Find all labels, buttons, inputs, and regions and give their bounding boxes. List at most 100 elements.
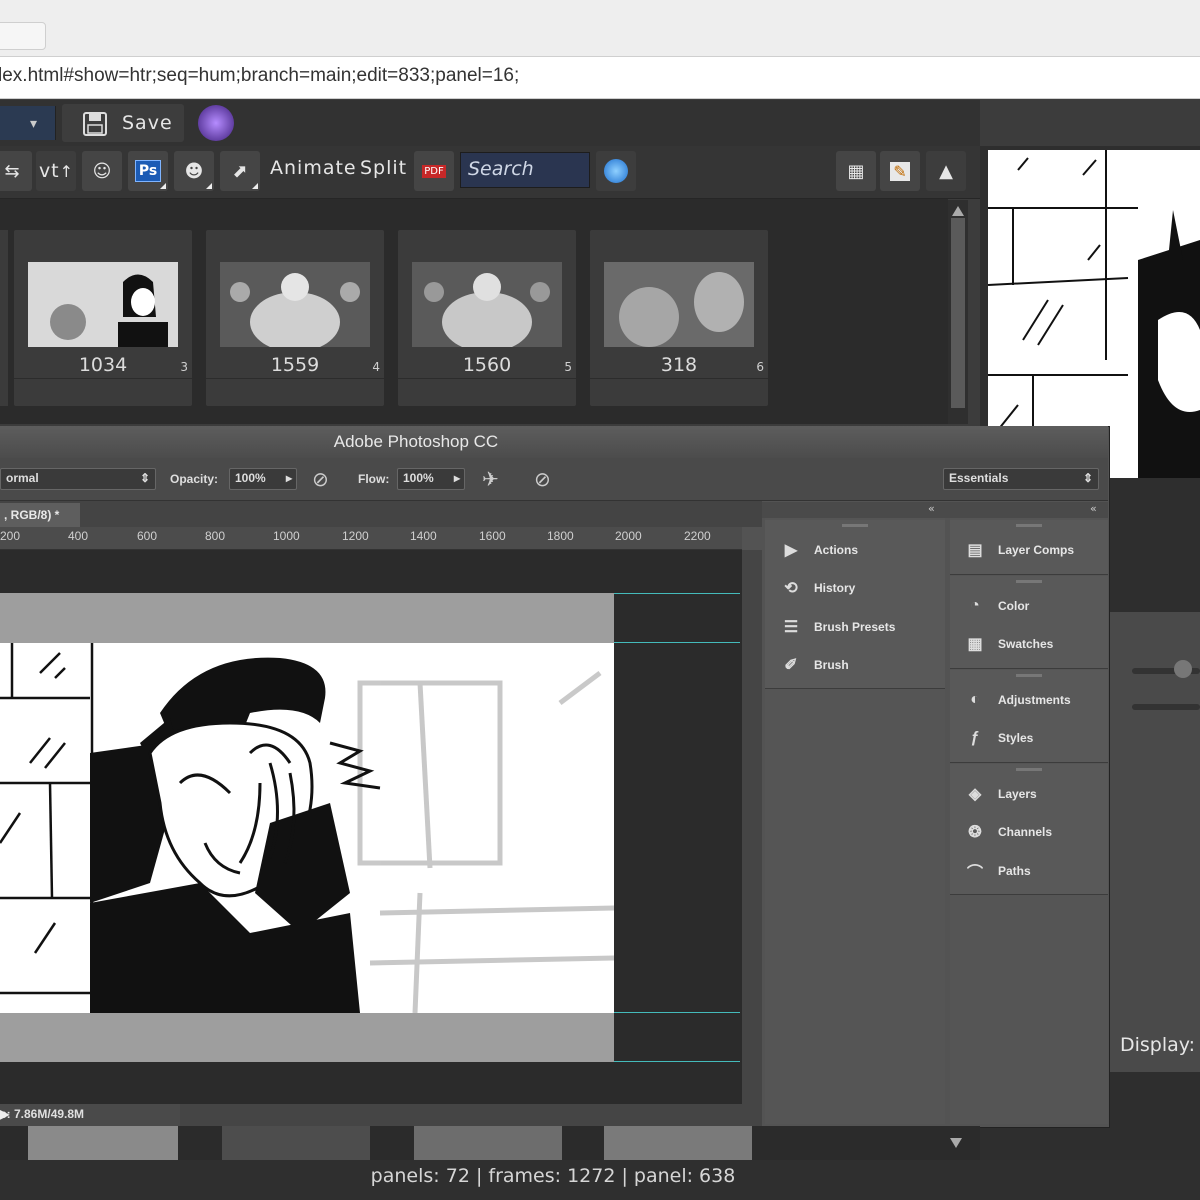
panel-label: Swatches xyxy=(998,637,1054,651)
brush-options-bar: ormal ⇕ Opacity: 100% ▸ ⊘ Flow: 100% ▸ ✈… xyxy=(0,458,1108,501)
ruler-label: 1600 xyxy=(479,529,506,543)
photoshop-icon[interactable]: Ps xyxy=(128,151,168,191)
swap-icon[interactable]: ⇆ xyxy=(0,151,32,191)
panel-paths[interactable]: ⌒ Paths xyxy=(964,860,1031,882)
panel-history[interactable]: ⟲ History xyxy=(780,577,855,599)
thumbnail-card[interactable]: 318 6 xyxy=(590,230,768,406)
canvas-horizontal-scrollbar[interactable] xyxy=(180,1104,742,1126)
panel-adjustments[interactable]: ◐ Adjustments xyxy=(964,689,1071,711)
export-icon[interactable]: ⬈ xyxy=(220,151,260,191)
thumbnail-image[interactable] xyxy=(604,1126,752,1160)
strip-scrollbar[interactable] xyxy=(948,200,968,424)
panel-color[interactable]: ◔ Color xyxy=(964,595,1029,617)
guide-line xyxy=(614,642,740,643)
panel-label: Layers xyxy=(998,787,1037,801)
flow-input[interactable]: 100% ▸ xyxy=(397,468,465,490)
warning-icon[interactable]: ▲ xyxy=(926,151,966,191)
main-toolbar: ▾ Save xyxy=(0,100,980,147)
collapse-icon[interactable]: « xyxy=(928,502,935,515)
thumbnail-card[interactable]: 1034 3 xyxy=(14,230,192,406)
panel-brush-presets[interactable]: ☰ Brush Presets xyxy=(780,616,896,638)
panel-number: 1034 xyxy=(78,354,128,376)
photoshop-title-bar[interactable]: Adobe Photoshop CC xyxy=(0,426,1108,458)
scroll-down-icon[interactable] xyxy=(950,1138,962,1148)
document-tab[interactable]: , RGB/8) * xyxy=(0,503,80,527)
styles-icon: ƒ xyxy=(970,729,980,746)
address-bar[interactable]: lex.html#show=htr;seq=hum;branch=main;ed… xyxy=(0,57,1200,99)
blend-mode-select[interactable]: ormal ⇕ xyxy=(0,468,156,490)
lower-panel-strip xyxy=(0,1126,980,1160)
panel-actions[interactable]: ▶ Actions xyxy=(780,539,858,561)
status-menu-arrow-icon[interactable]: ▶ xyxy=(0,1107,174,1121)
panel-grip[interactable] xyxy=(1016,768,1042,771)
ruler-label: 400 xyxy=(68,529,89,543)
airbrush-icon[interactable]: ✈ xyxy=(482,467,499,491)
thumbnail-image[interactable] xyxy=(414,1126,562,1160)
ruler-label: 600 xyxy=(137,529,158,543)
person-icon[interactable]: ☻ xyxy=(174,151,214,191)
scrollbar-thumb[interactable] xyxy=(951,218,965,408)
display-slider-track[interactable] xyxy=(1132,704,1200,710)
edit-note-icon[interactable]: ✎ xyxy=(880,151,920,191)
sequence-dropdown[interactable]: ▾ xyxy=(0,106,56,140)
document-tab-title: , RGB/8) * xyxy=(4,508,60,522)
browser-tab[interactable] xyxy=(0,22,46,50)
panel-grip[interactable] xyxy=(1016,580,1042,583)
thumbnail-image xyxy=(604,262,754,347)
panel-grip[interactable] xyxy=(842,524,868,527)
panel-index: 4 xyxy=(372,360,380,374)
dropdown-arrow-icon: ▸ xyxy=(453,471,460,485)
pressure-size-icon[interactable]: ⊘ xyxy=(534,467,551,491)
film-reel-icon[interactable] xyxy=(198,105,234,141)
canvas-vertical-scrollbar[interactable] xyxy=(742,550,762,1126)
dropdown-arrow-icon: ▸ xyxy=(285,471,292,485)
panel-styles[interactable]: ƒ Styles xyxy=(964,727,1034,749)
print-icon[interactable]: ▦ xyxy=(836,151,876,191)
workspace-value: Essentials xyxy=(949,471,1009,485)
panel-number: 1559 xyxy=(270,354,320,376)
panel-grip[interactable] xyxy=(1016,674,1042,677)
panel-label: Layer Comps xyxy=(998,543,1075,557)
opacity-input[interactable]: 100% ▸ xyxy=(229,468,297,490)
thumbnail-card[interactable]: 1559 4 xyxy=(206,230,384,406)
panel-grip[interactable] xyxy=(1016,524,1042,527)
pressure-opacity-icon[interactable]: ⊘ xyxy=(312,467,329,491)
flow-value: 100% xyxy=(403,471,434,485)
up-arrow-icon: ↑ xyxy=(59,161,74,181)
collapse-icon[interactable]: « xyxy=(1090,502,1097,515)
panel-layers[interactable]: ◈ Layers xyxy=(964,783,1037,805)
panel-swatches[interactable]: ▦ Swatches xyxy=(964,633,1053,655)
display-slider-handle[interactable] xyxy=(1174,660,1192,678)
split-button[interactable]: Split xyxy=(360,157,407,179)
vt-sort-button[interactable]: vt ↑ xyxy=(36,151,76,191)
animate-button[interactable]: Animate xyxy=(270,157,357,179)
display-settings-panel xyxy=(1110,612,1200,1072)
panel-label: Styles xyxy=(998,731,1034,745)
workspace-select[interactable]: Essentials ⇕ xyxy=(943,468,1099,490)
thumbnail-card[interactable]: 1560 5 xyxy=(398,230,576,406)
panel-label: History xyxy=(814,581,856,595)
guide-line xyxy=(614,593,740,594)
panel-channels[interactable]: ❂ Channels xyxy=(964,821,1052,843)
blend-mode-value: ormal xyxy=(6,471,39,485)
panel-group xyxy=(950,670,1108,763)
scroll-up-icon[interactable] xyxy=(952,206,964,216)
ruler-label: 2200 xyxy=(684,529,711,543)
history-icon: ⟲ xyxy=(784,580,798,597)
panel-layer-comps[interactable]: ▤ Layer Comps xyxy=(964,539,1074,561)
globe-search-icon[interactable] xyxy=(596,151,636,191)
thumbnail-partial[interactable] xyxy=(0,230,8,406)
channels-icon: ❂ xyxy=(968,824,982,841)
panel-label: Brush xyxy=(814,658,849,672)
thumbnail-image[interactable] xyxy=(222,1126,370,1160)
contact-icon[interactable]: ☺ xyxy=(82,151,122,191)
pdf-icon[interactable]: PDF xyxy=(414,151,454,191)
save-button[interactable]: Save xyxy=(62,104,184,142)
thumbnail-image[interactable] xyxy=(28,1126,178,1160)
panel-brush[interactable]: ✐ Brush xyxy=(780,654,849,676)
thumbnail-image xyxy=(412,262,562,347)
search-input[interactable]: Search xyxy=(460,152,590,188)
layers-icon: ◈ xyxy=(968,786,982,803)
storyboard-drawing[interactable] xyxy=(0,643,614,1013)
panel-index: 6 xyxy=(756,360,764,374)
